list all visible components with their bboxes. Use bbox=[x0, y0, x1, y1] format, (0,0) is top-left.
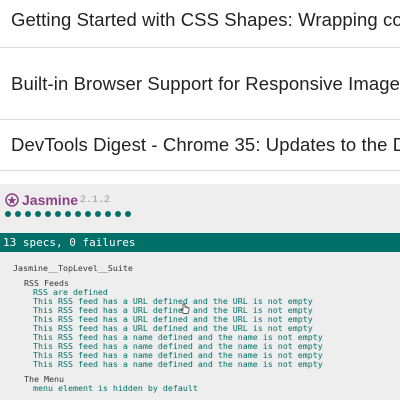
spec-dot-passed bbox=[115, 211, 121, 217]
spec-dot-passed bbox=[35, 211, 41, 217]
feed-list: Getting Started with CSS Shapes: Wrappin… bbox=[0, 0, 400, 171]
spec-dot-passed bbox=[105, 211, 111, 217]
feed-item[interactable]: Getting Started with CSS Shapes: Wrappin… bbox=[0, 0, 400, 48]
spec-link[interactable]: This RSS feed has a name defined and the… bbox=[33, 351, 323, 359]
feed-item[interactable]: Built-in Browser Support for Responsive … bbox=[0, 48, 400, 120]
jasmine-header: Jasmine 2.1.2 bbox=[0, 184, 400, 232]
spec-link[interactable]: This RSS feed has a name defined and the… bbox=[33, 360, 323, 368]
suite-link-rss-feeds[interactable]: RSS Feeds bbox=[24, 279, 69, 287]
spec-dot-passed bbox=[95, 211, 101, 217]
spec-dot-passed bbox=[15, 211, 21, 217]
spec-dot-passed bbox=[65, 211, 71, 217]
spec-link[interactable]: RSS are defined bbox=[33, 288, 108, 296]
results: Jasmine__TopLevel__Suite RSS Feeds RSS a… bbox=[0, 260, 400, 396]
summary-bar: 13 specs, 0 failures bbox=[0, 233, 400, 252]
spec-link[interactable]: menu element is hidden by default bbox=[33, 384, 198, 392]
spec-link[interactable]: This RSS feed has a URL defined and the … bbox=[33, 324, 313, 332]
spec-link[interactable]: This RSS feed has a URL defined and the … bbox=[33, 315, 313, 323]
feed-item-title[interactable]: Built-in Browser Support for Responsive … bbox=[0, 73, 400, 95]
jasmine-logo: Jasmine bbox=[5, 192, 78, 208]
spec-dot-passed bbox=[5, 211, 11, 217]
jasmine-reporter: Jasmine 2.1.2 13 specs, 0 failures Jasmi… bbox=[0, 184, 400, 400]
spec-dots bbox=[5, 211, 135, 217]
spec-link[interactable]: This RSS feed has a name defined and the… bbox=[33, 342, 323, 350]
hand-cursor-icon bbox=[180, 303, 190, 314]
suite-link-the-menu[interactable]: The Menu bbox=[24, 375, 64, 383]
jasmine-version: 2.1.2 bbox=[80, 195, 111, 206]
feed-item[interactable]: DevTools Digest - Chrome 35: Updates to … bbox=[0, 120, 400, 171]
jasmine-brand: Jasmine bbox=[22, 192, 79, 208]
spec-link[interactable]: This RSS feed has a name defined and the… bbox=[33, 333, 323, 341]
spec-dot-passed bbox=[75, 211, 81, 217]
feed-item-title[interactable]: Getting Started with CSS Shapes: Wrappin… bbox=[0, 9, 400, 31]
spec-dot-passed bbox=[45, 211, 51, 217]
spec-link[interactable]: This RSS feed has a URL defined and the … bbox=[33, 306, 313, 314]
spec-dot-passed bbox=[85, 211, 91, 217]
jasmine-flower-icon bbox=[5, 193, 19, 207]
spec-dot-passed bbox=[25, 211, 31, 217]
feed-item-title[interactable]: DevTools Digest - Chrome 35: Updates to … bbox=[0, 134, 400, 156]
spec-dot-passed bbox=[55, 211, 61, 217]
spec-link[interactable]: This RSS feed has a URL defined and the … bbox=[33, 297, 313, 305]
spec-dot-passed bbox=[125, 211, 131, 217]
suite-link-top-level[interactable]: Jasmine__TopLevel__Suite bbox=[13, 264, 133, 272]
